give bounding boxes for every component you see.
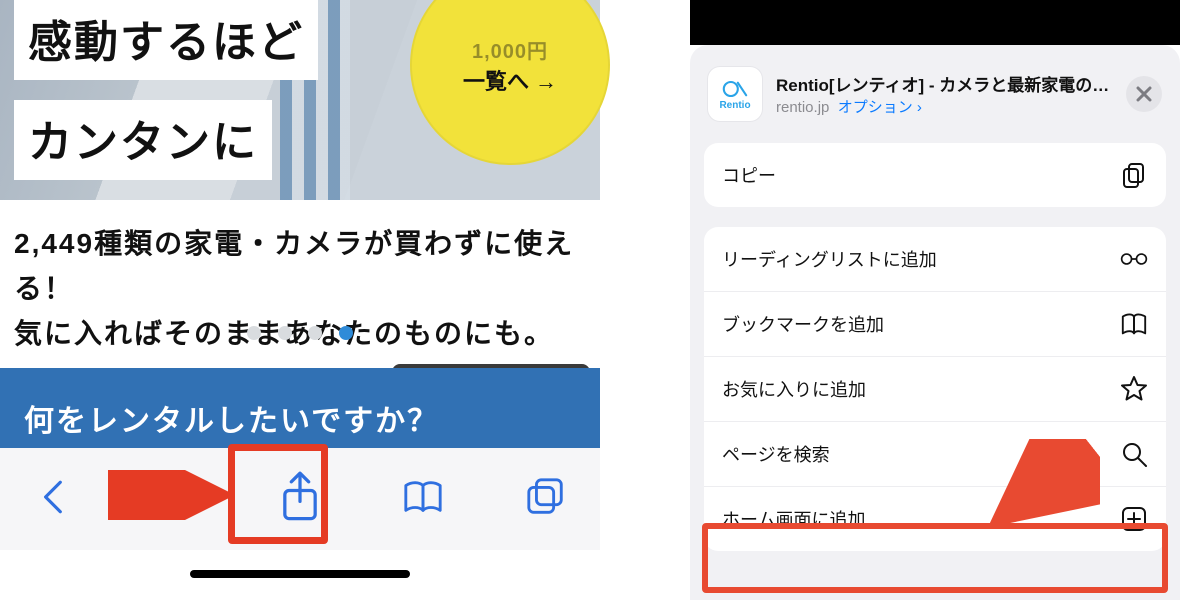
- carousel-dot-active[interactable]: [339, 326, 353, 340]
- action-reading-list[interactable]: リーディングリストに追加: [704, 227, 1166, 291]
- carousel-dot[interactable]: [308, 326, 322, 340]
- action-add-bookmark[interactable]: ブックマークを追加: [704, 291, 1166, 356]
- tabs-button[interactable]: [510, 476, 582, 523]
- action-label: リーディングリストに追加: [722, 246, 937, 272]
- copy-icon: [1120, 161, 1148, 189]
- plus-square-icon: [1120, 505, 1148, 533]
- book-icon: [402, 476, 444, 518]
- share-sheet-header: Rentio Rentio[レンティオ] - カメラと最新家電の… rentio…: [690, 45, 1180, 143]
- search-icon: [1120, 440, 1148, 468]
- action-find-on-page[interactable]: ページを検索: [704, 421, 1166, 486]
- action-group-copy: コピー: [704, 143, 1166, 207]
- action-label: お気に入りに追加: [722, 376, 866, 402]
- share-button[interactable]: [264, 471, 336, 528]
- share-subtitle[interactable]: rentio.jp オプション ›: [776, 96, 1112, 117]
- close-icon: [1136, 86, 1152, 102]
- action-label: コピー: [722, 162, 776, 188]
- action-copy[interactable]: コピー: [704, 143, 1166, 207]
- book-icon: [1120, 310, 1148, 338]
- glasses-icon: [1120, 245, 1148, 273]
- bookmarks-button[interactable]: [387, 476, 459, 523]
- chevron-left-icon: [33, 476, 75, 518]
- chevron-right-icon: [156, 476, 198, 518]
- close-button[interactable]: [1126, 76, 1162, 112]
- tabs-icon: [525, 476, 567, 518]
- share-options-link[interactable]: オプション ›: [838, 99, 922, 116]
- action-label: ページを検索: [722, 441, 830, 467]
- search-prompt-banner[interactable]: 何をレンタルしたいですか？: [0, 368, 600, 448]
- subheadline-line-1: 2,449種類の家電・カメラが買わずに使える！: [14, 222, 600, 312]
- share-sheet: Rentio Rentio[レンティオ] - カメラと最新家電の… rentio…: [690, 45, 1180, 600]
- action-add-favorite[interactable]: お気に入りに追加: [704, 356, 1166, 421]
- headline-line-2: カンタンに: [14, 100, 272, 180]
- search-prompt-text: 何をレンタルしたいですか？: [24, 405, 439, 438]
- headline-line-1: 感動するほど: [14, 0, 318, 80]
- action-add-to-home[interactable]: ホーム画面に追加: [704, 486, 1166, 551]
- site-favicon: Rentio: [708, 67, 762, 121]
- forward-button: [141, 476, 213, 523]
- safari-toolbar: [0, 448, 600, 550]
- action-label: ホーム画面に追加: [722, 506, 865, 532]
- back-button[interactable]: [18, 476, 90, 523]
- share-title: Rentio[レンティオ] - カメラと最新家電の…: [776, 71, 1112, 96]
- share-domain: rentio.jp: [776, 99, 829, 116]
- home-indicator[interactable]: [190, 570, 410, 578]
- status-bar-stub: [690, 0, 1180, 45]
- share-icon: [274, 471, 326, 523]
- site-favicon-label: Rentio: [719, 100, 750, 111]
- action-group-main: リーディングリストに追加 ブックマークを追加 お気に入りに追加 ページを: [704, 227, 1166, 551]
- star-icon: [1120, 375, 1148, 403]
- action-label: ブックマークを追加: [722, 311, 884, 337]
- promo-link-label: 一覧へ →: [463, 64, 557, 96]
- carousel-dot[interactable]: [278, 326, 292, 340]
- promo-price: 1,000円: [472, 35, 548, 64]
- carousel-dot[interactable]: [247, 326, 261, 340]
- carousel-dots[interactable]: [0, 326, 600, 345]
